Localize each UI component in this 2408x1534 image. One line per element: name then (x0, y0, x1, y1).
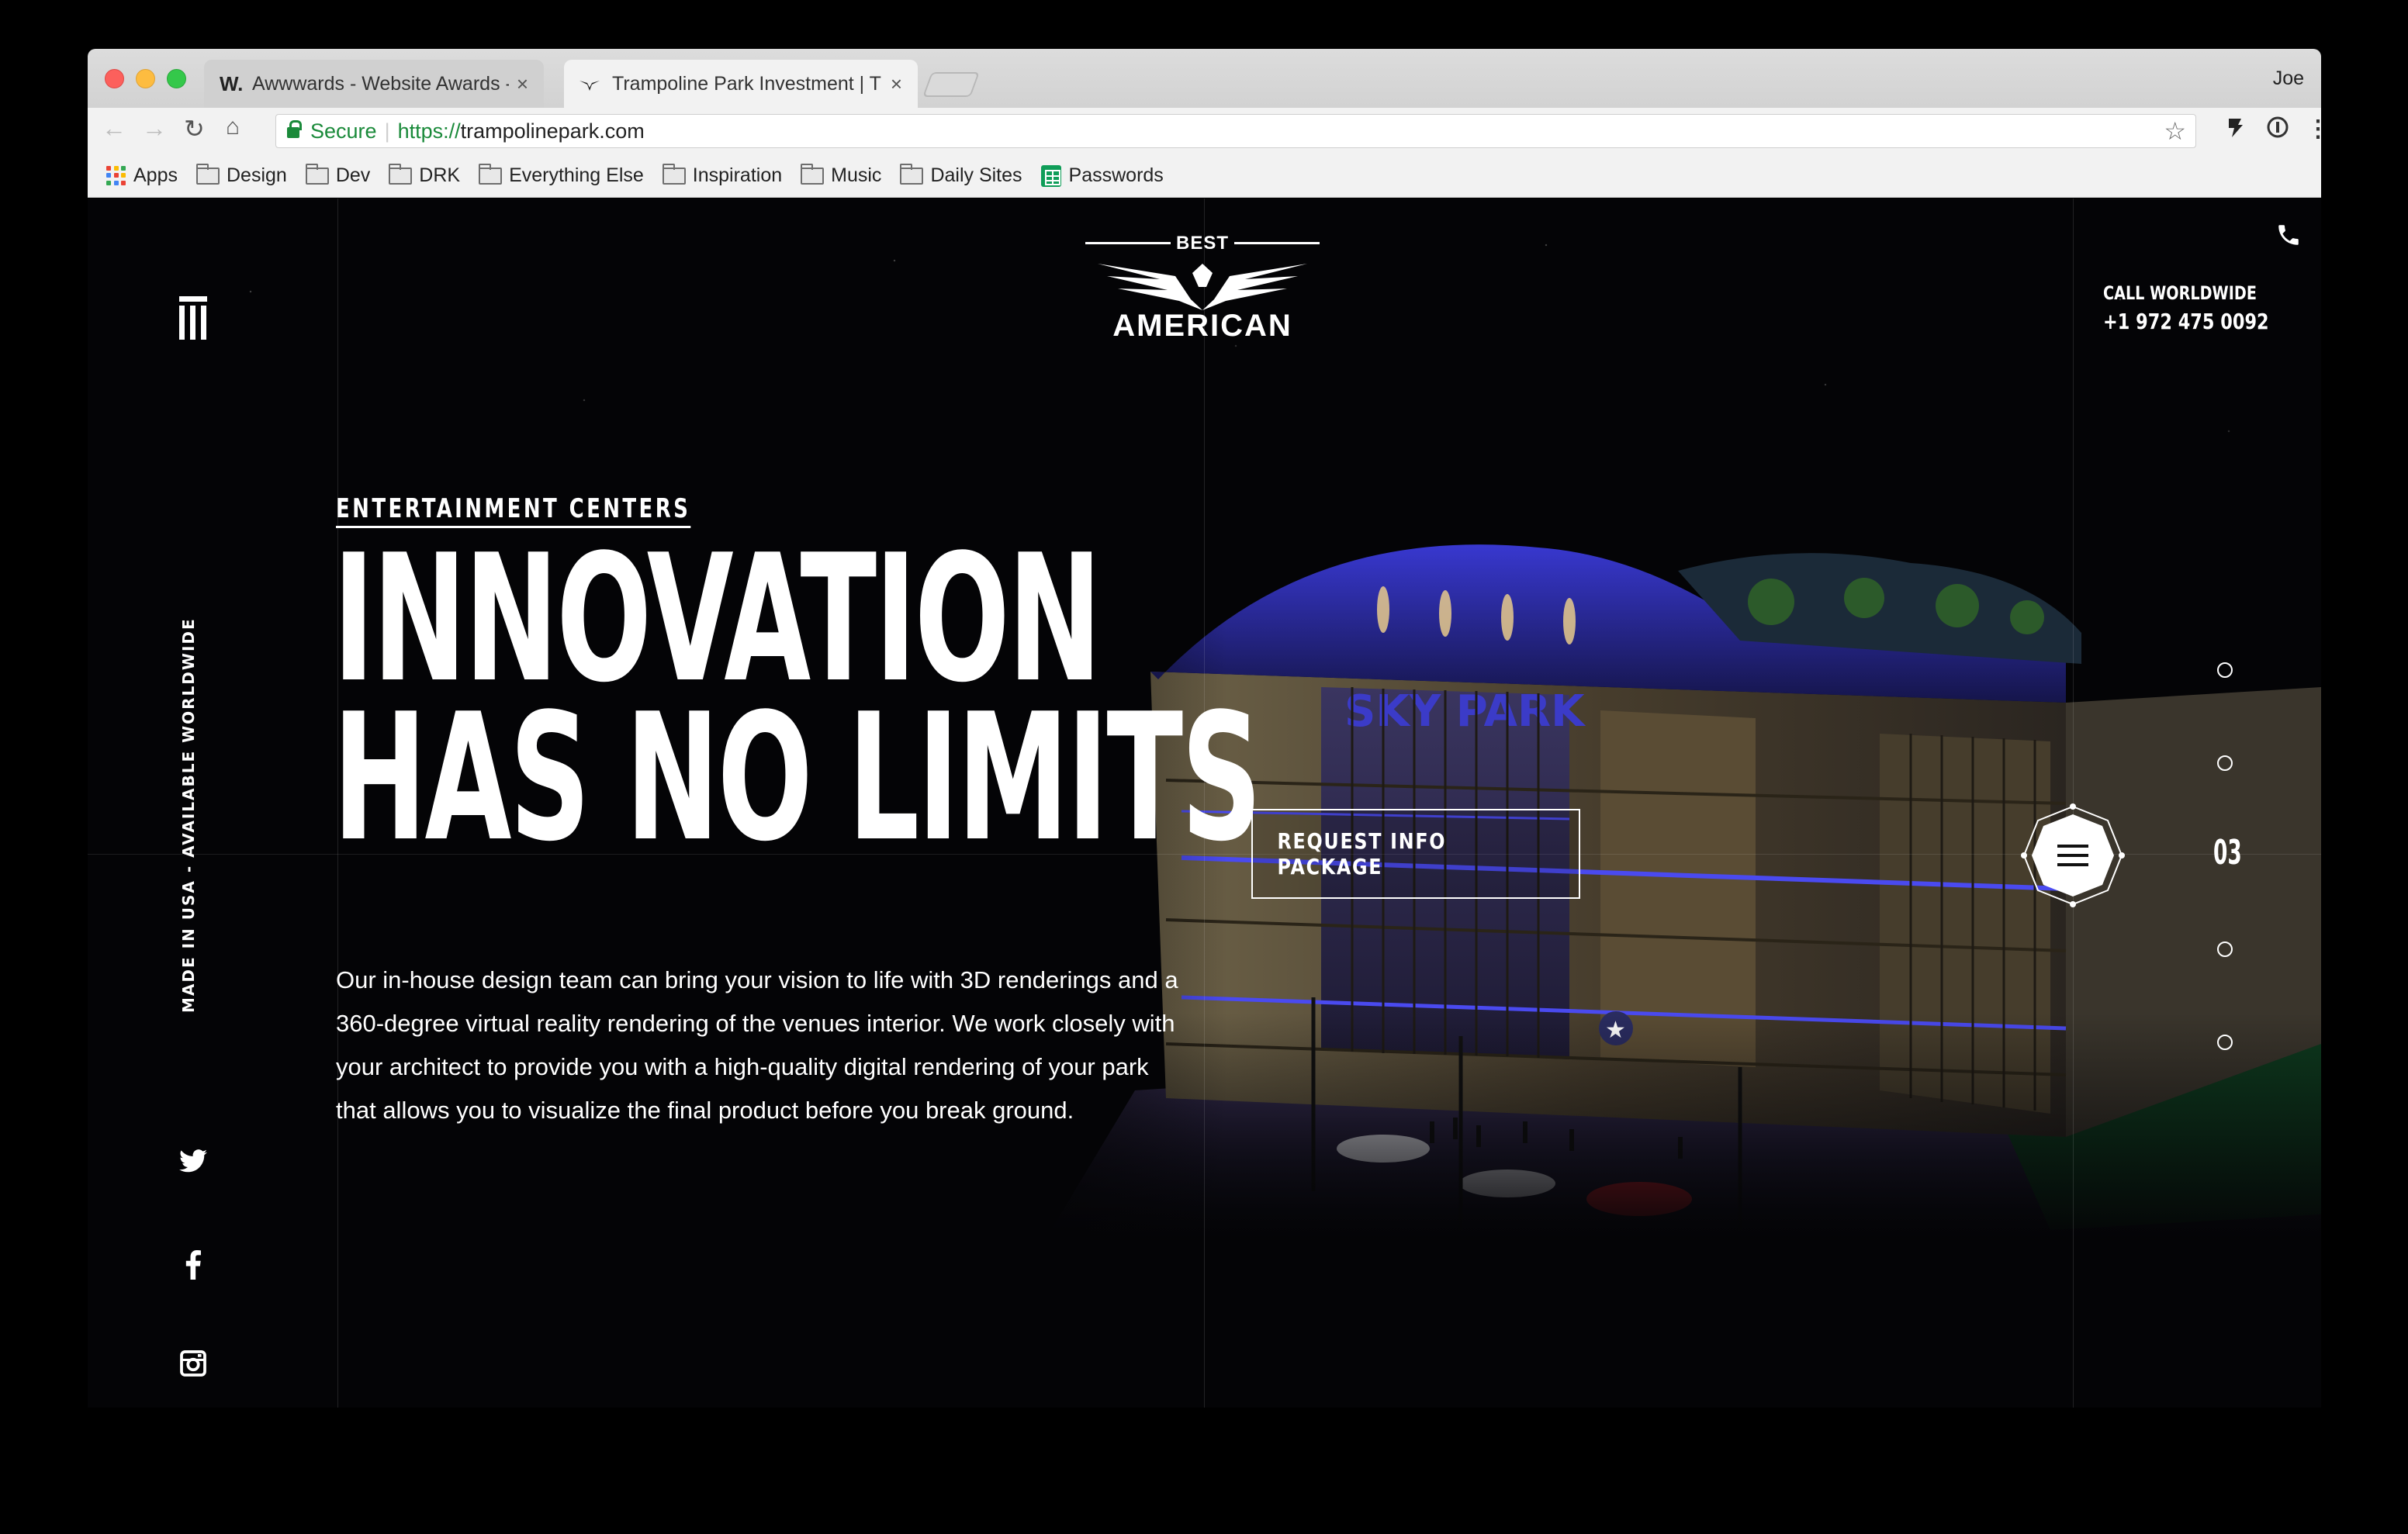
browser-menu-icon[interactable]: ⋮ (2306, 116, 2321, 143)
slide-dot-2[interactable] (2217, 755, 2233, 771)
tab-title: Awwwards - Website Awards - (252, 72, 509, 95)
address-separator: | (384, 119, 390, 143)
folder-icon (389, 163, 413, 185)
folder-icon (662, 163, 686, 185)
call-worldwide-label: CALL WORLDWIDE (2103, 282, 2257, 304)
forward-arrow-icon[interactable]: → (142, 114, 167, 143)
website-viewport: SKY PARK ★ (88, 199, 2321, 1408)
made-in-usa-label: MADE IN USA - AVAILABLE WORLDWIDE (179, 617, 198, 1013)
hero-description: Our in-house design team can bring your … (336, 966, 1178, 1124)
bookmarks-bar: Apps Design Dev DRK Everything Else Insp… (88, 154, 2321, 198)
tab-bar: W. Awwwards - Website Awards - × Trampol… (88, 49, 2321, 108)
browser-window: W. Awwwards - Website Awards - × Trampol… (88, 49, 2321, 1408)
bars-menu-icon[interactable] (179, 296, 207, 344)
bookmark-label: DRK (419, 164, 461, 186)
back-arrow-icon[interactable]: ← (102, 114, 126, 143)
bookmark-apps[interactable]: Apps (106, 164, 178, 187)
bookmark-label: Design (226, 164, 287, 186)
tab-close-icon[interactable]: × (517, 72, 528, 96)
phone-icon[interactable] (2275, 222, 2302, 248)
secure-label: Secure (310, 119, 377, 143)
slide-dot-1[interactable] (2217, 662, 2233, 678)
logo-top-text: BEST (1085, 233, 1320, 254)
eagle-favicon-icon (580, 72, 603, 96)
bookmark-star-icon[interactable]: ☆ (2164, 116, 2186, 146)
sky-park-sign: SKY PARK (1344, 686, 1586, 737)
facebook-icon[interactable] (185, 1250, 216, 1281)
bookmark-music[interactable]: Music (801, 163, 882, 187)
extension-icon[interactable] (2224, 116, 2247, 145)
bookmark-label: Music (831, 164, 882, 186)
bookmark-daily-sites[interactable]: Daily Sites (900, 163, 1022, 187)
awwwards-favicon-icon: W. (220, 71, 244, 95)
sheets-icon (1040, 164, 1061, 187)
new-tab-button[interactable] (922, 72, 980, 97)
headline-line-1: INNOVATION (333, 517, 1102, 721)
best-american-logo[interactable]: BEST AMERICAN (1085, 233, 1320, 349)
current-slide-number: 03 (2213, 833, 2242, 872)
folder-icon (305, 163, 329, 185)
bookmark-drk[interactable]: DRK (389, 163, 461, 187)
lock-icon (287, 120, 302, 138)
logo-name: AMERICAN (1112, 309, 1292, 343)
instagram-icon[interactable] (179, 1349, 210, 1380)
folder-icon (801, 163, 825, 185)
zoom-window-button[interactable] (167, 69, 186, 88)
bookmark-inspiration[interactable]: Inspiration (662, 163, 783, 187)
url-scheme: https:// (397, 119, 461, 143)
bookmark-dev[interactable]: Dev (305, 163, 371, 187)
bookmark-label: Daily Sites (930, 164, 1022, 186)
home-icon[interactable]: ⌂ (226, 114, 240, 140)
tab-close-icon[interactable]: × (891, 72, 902, 96)
slide-dot-4[interactable] (2217, 941, 2233, 957)
tab-awwwards[interactable]: W. Awwwards - Website Awards - × (204, 60, 544, 108)
request-info-button[interactable]: REQUEST INFO PACKAGE (1251, 809, 1580, 899)
cta-label: REQUEST INFO PACKAGE (1277, 828, 1447, 879)
main-menu-button[interactable] (2021, 803, 2125, 907)
apps-grid-icon (106, 165, 126, 186)
password-manager-icon[interactable] (2266, 116, 2289, 145)
bookmark-label: Inspiration (692, 164, 783, 186)
bookmark-passwords[interactable]: Passwords (1040, 164, 1164, 187)
tab-title: Trampoline Park Investment | T (612, 72, 881, 95)
folder-icon (479, 163, 503, 185)
phone-number-link[interactable]: +1 972 475 0092 (2103, 309, 2269, 334)
headline-line-2: HAS NO LIMITS (333, 676, 1262, 880)
bookmark-label: Dev (335, 164, 371, 186)
bookmark-everything-else[interactable]: Everything Else (479, 163, 644, 187)
folder-icon (195, 163, 220, 185)
profile-name[interactable]: Joe (2273, 67, 2304, 90)
eagle-icon (1098, 264, 1307, 310)
folder-icon (900, 163, 924, 185)
reload-icon[interactable]: ↻ (184, 114, 205, 143)
tab-trampoline-park[interactable]: Trampoline Park Investment | T × (564, 60, 918, 108)
address-bar[interactable]: Secure | https:// trampolinepark.com ☆ (275, 114, 2196, 148)
slide-dot-5[interactable] (2217, 1035, 2233, 1050)
browser-toolbar: ← → ↻ ⌂ Secure | https:// trampolinepark… (88, 108, 2321, 154)
bookmark-design[interactable]: Design (195, 163, 287, 187)
url-host: trampolinepark.com (460, 119, 645, 143)
bookmark-label: Everything Else (509, 164, 644, 186)
minimize-window-button[interactable] (136, 69, 155, 88)
close-window-button[interactable] (105, 69, 124, 88)
bookmark-label: Passwords (1068, 164, 1164, 186)
hero-headline: INNOVATION HAS NO LIMITS (333, 517, 1262, 880)
twitter-icon[interactable] (179, 1149, 210, 1180)
bookmark-label: Apps (133, 164, 178, 186)
